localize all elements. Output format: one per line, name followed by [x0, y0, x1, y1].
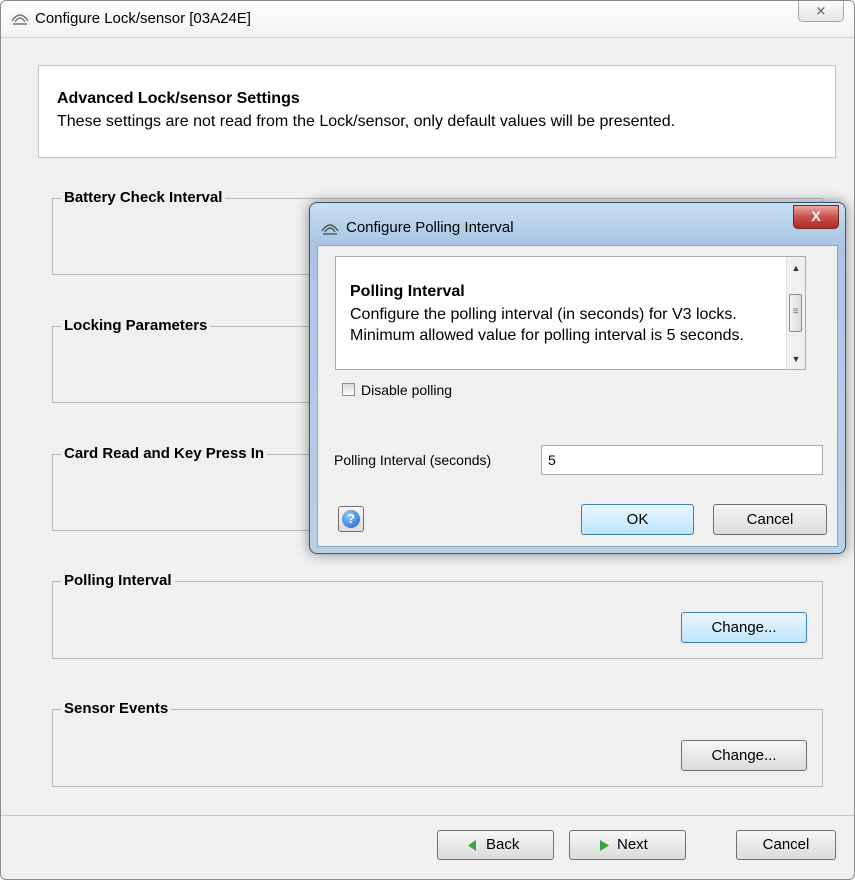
app-icon	[11, 14, 29, 25]
dialog-close-button[interactable]: X	[793, 205, 839, 229]
polling-interval-input[interactable]	[541, 445, 823, 475]
help-icon: ?	[342, 510, 360, 528]
dialog-title: Configure Polling Interval	[346, 219, 514, 236]
next-label: Next	[617, 836, 648, 853]
disable-polling-checkbox[interactable]	[342, 383, 355, 396]
next-arrow-icon	[600, 840, 609, 851]
close-icon: ⨯	[815, 3, 827, 18]
close-icon: X	[811, 208, 821, 224]
info-text: Configure the polling interval (in secon…	[350, 306, 744, 344]
scroll-thumb[interactable]: ≡	[789, 294, 802, 332]
window-close-button[interactable]: ⨯	[798, 1, 844, 22]
group-polling-interval: Polling Interval Change...	[52, 572, 823, 659]
sensor-events-change-button[interactable]: Change...	[681, 740, 807, 771]
info-scrollbar[interactable]: ▲ ≡ ▼	[786, 257, 805, 369]
help-button[interactable]: ?	[338, 506, 364, 532]
info-panel[interactable]: Polling Interval Configure the polling i…	[335, 256, 806, 370]
disable-polling-label: Disable polling	[361, 382, 453, 398]
back-arrow-icon	[468, 840, 476, 851]
polling-interval-label: Polling Interval (seconds)	[334, 452, 492, 468]
back-button[interactable]: Back	[437, 830, 554, 860]
polling-change-button[interactable]: Change...	[681, 612, 807, 643]
scroll-down-icon[interactable]: ▼	[787, 351, 805, 367]
group-label: Polling Interval	[61, 572, 175, 589]
footer-cancel-button[interactable]: Cancel	[736, 830, 836, 860]
dialog-cancel-button[interactable]: Cancel	[713, 504, 827, 535]
window-title: Configure Lock/sensor [03A24E]	[35, 10, 251, 27]
group-label: Battery Check Interval	[61, 189, 226, 206]
dialog-ok-button[interactable]: OK	[581, 504, 694, 535]
window-titlebar: Configure Lock/sensor [03A24E] ⨯	[1, 1, 854, 38]
group-sensor-events: Sensor Events Change...	[52, 700, 823, 787]
scroll-up-icon[interactable]: ▲	[787, 260, 805, 276]
back-label: Back	[486, 836, 520, 853]
dialog-body: Polling Interval Configure the polling i…	[317, 245, 838, 547]
info-title: Polling Interval	[350, 283, 465, 300]
header-description: These settings are not read from the Loc…	[57, 113, 676, 130]
footer-separator	[1, 815, 854, 816]
group-label: Card Read and Key Press In	[61, 445, 268, 462]
polling-interval-dialog: Configure Polling Interval X Polling Int…	[309, 202, 846, 554]
app-icon	[321, 224, 339, 235]
header-title: Advanced Lock/sensor Settings	[57, 90, 300, 107]
group-label: Sensor Events	[61, 700, 172, 717]
group-label: Locking Parameters	[61, 317, 211, 334]
next-button[interactable]: Next	[569, 830, 686, 860]
settings-header: Advanced Lock/sensor Settings These sett…	[38, 65, 836, 158]
